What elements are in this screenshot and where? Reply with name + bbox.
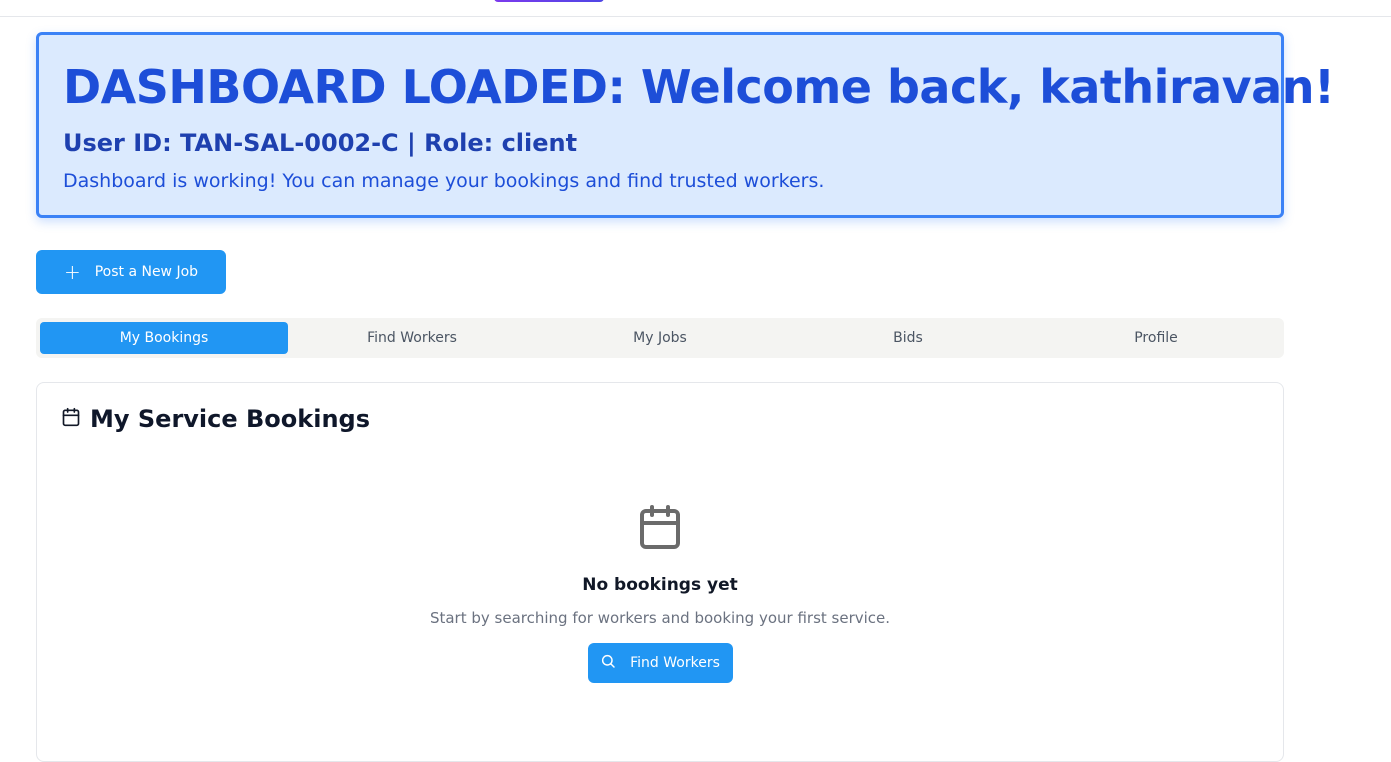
post-new-job-label: Post a New Job (94, 264, 199, 280)
tab-profile[interactable]: Profile (1032, 322, 1280, 354)
welcome-title: DASHBOARD LOADED: Welcome back, kathirav… (63, 60, 1335, 114)
welcome-banner: DASHBOARD LOADED: Welcome back, kathirav… (36, 32, 1335, 218)
post-new-job-button[interactable]: + Post a New Job (36, 250, 226, 294)
find-workers-button[interactable]: Find Workers (587, 643, 733, 683)
calendar-icon (61, 407, 81, 431)
service-bookings-card: My Service Bookings No bookings yet Star… (36, 382, 1284, 762)
empty-state-text: Start by searching for workers and booki… (429, 609, 891, 627)
empty-state-title: No bookings yet (582, 575, 738, 595)
find-workers-label: Find Workers (630, 655, 720, 671)
tab-bids[interactable]: Bids (784, 322, 1032, 354)
user-info: User ID: TAN-SAL-0002-C | Role: client (63, 129, 578, 157)
plus-icon: + (63, 260, 81, 284)
top-navigation-bar (0, 0, 1391, 17)
tab-my-jobs[interactable]: My Jobs (536, 322, 784, 354)
calendar-icon (636, 503, 684, 555)
empty-state: No bookings yet Start by searching for w… (37, 503, 1283, 683)
card-title: My Service Bookings (90, 405, 371, 433)
nav-accent-button[interactable] (494, 0, 604, 2)
tab-my-bookings[interactable]: My Bookings (40, 322, 288, 354)
card-header: My Service Bookings (61, 405, 370, 433)
dashboard-tabs: My Bookings Find Workers My Jobs Bids Pr… (36, 318, 1284, 358)
search-icon (600, 653, 616, 673)
tab-find-workers[interactable]: Find Workers (288, 322, 536, 354)
welcome-message: Dashboard is working! You can manage you… (63, 170, 825, 192)
